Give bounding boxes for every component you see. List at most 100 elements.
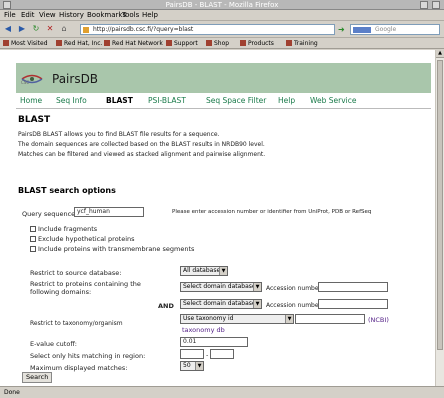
menu-view[interactable]: View (39, 11, 56, 19)
nav-home[interactable]: Home (20, 96, 42, 105)
nav-psi-blast[interactable]: PSI-BLAST (148, 96, 186, 105)
bookmarks-toolbar: Most Visited Red Hat, Inc. Red Hat Netwo… (0, 38, 444, 49)
menu-bookmarks[interactable]: Bookmarks (87, 11, 126, 19)
logo-caption: CSC (21, 80, 30, 85)
menu-edit[interactable]: Edit (21, 11, 35, 19)
menu-history[interactable]: History (59, 11, 84, 19)
nav-seq-info[interactable]: Seq Info (56, 96, 87, 105)
reload-icon[interactable]: ↻ (31, 24, 41, 34)
taxonomy-select[interactable]: Use taxonomy id ▼ (180, 314, 294, 324)
section-title: BLAST search options (18, 186, 116, 195)
page-viewport: PairsDB CSC Home Seq Info BLAST PSI-BLAS… (0, 50, 435, 386)
bookmark-support[interactable]: Support (174, 40, 198, 47)
restrict-domain-label: Restrict to proteins containing the foll… (30, 280, 141, 296)
include-fragments-label: Include fragments (38, 225, 98, 233)
region-start-input[interactable] (180, 349, 204, 359)
nav-help[interactable]: Help (278, 96, 295, 105)
minimize-icon[interactable] (420, 1, 428, 9)
go-icon[interactable]: ➜ (338, 24, 348, 35)
bookmark-icon (3, 40, 9, 46)
accession-label-2: Accession number (266, 302, 322, 309)
accession-input-1[interactable] (318, 282, 388, 292)
pairsdb-logo-icon (21, 74, 43, 84)
bookmark-icon (56, 40, 62, 46)
stop-icon[interactable]: ✕ (45, 24, 55, 34)
bookmark-icon (286, 40, 292, 46)
domain-database-select-2[interactable]: Select domain database ▼ (180, 299, 262, 309)
window-title: PairsDB - BLAST - Mozilla Firefox (165, 1, 279, 9)
status-text: Done (4, 389, 20, 396)
accession-label-1: Accession number (266, 285, 322, 292)
include-fragments-checkbox[interactable] (30, 226, 36, 232)
taxonomy-db-link[interactable]: taxonomy db (182, 326, 225, 334)
evalue-label: E-value cutoff: (30, 340, 77, 348)
page-title: BLAST (18, 115, 51, 125)
region-end-input[interactable] (210, 349, 234, 359)
bookmark-most-visited[interactable]: Most Visited (11, 40, 48, 47)
dropdown-arrow-icon: ▼ (253, 300, 261, 308)
site-favicon-icon (83, 27, 89, 33)
search-engine-icon (353, 27, 371, 33)
max-hits-value: 50 (183, 362, 191, 369)
forward-icon[interactable]: ▶ (17, 24, 27, 34)
menu-bar: File Edit View History Bookmarks Tools H… (0, 10, 444, 21)
status-bar: Done (0, 386, 444, 398)
site-nav: Home Seq Info BLAST PSI-BLAST Seq Space … (16, 94, 431, 109)
max-hits-select[interactable]: 50 ▼ (180, 361, 204, 371)
scroll-up-icon[interactable]: ▲ (436, 50, 444, 58)
region-label: Select only hits matching in region: (30, 352, 146, 360)
close-icon[interactable] (432, 1, 440, 9)
dropdown-arrow-icon: ▼ (253, 283, 261, 291)
taxonomy-input[interactable] (295, 314, 365, 324)
dropdown-arrow-icon: ▼ (285, 315, 293, 323)
nav-blast[interactable]: BLAST (106, 96, 133, 105)
menu-file[interactable]: File (4, 11, 16, 19)
intro-text: PairsDB BLAST allows you to find BLAST f… (18, 130, 428, 160)
bookmark-red-hat[interactable]: Red Hat, Inc. (64, 40, 102, 47)
menu-help[interactable]: Help (142, 11, 158, 19)
query-label: Query sequence (22, 210, 76, 218)
and-label: AND (158, 302, 174, 310)
source-database-select[interactable]: All databases ▼ (180, 266, 228, 276)
search-button[interactable]: Search (22, 372, 53, 383)
menu-tools[interactable]: Tools (122, 11, 139, 19)
bookmark-training[interactable]: Training (294, 40, 318, 47)
include-transmembrane-label: Include proteins with transmembrane segm… (38, 245, 195, 253)
intro-line: The domain sequences are collected based… (18, 141, 265, 148)
dropdown-arrow-icon: ▼ (219, 267, 227, 275)
url-bar[interactable]: http://pairsdb.csc.fi/?query=blast (80, 24, 335, 35)
dropdown-arrow-icon: ▼ (195, 362, 203, 370)
intro-line: PairsDB BLAST allows you to find BLAST f… (18, 131, 220, 138)
home-icon[interactable]: ⌂ (59, 24, 69, 34)
domain-database-select-1[interactable]: Select domain database ▼ (180, 282, 262, 292)
bookmark-icon (240, 40, 246, 46)
exclude-hypothetical-checkbox[interactable] (30, 236, 36, 242)
bookmark-red-hat-network[interactable]: Red Hat Network (112, 40, 163, 47)
evalue-input[interactable]: 0.01 (180, 337, 248, 347)
domain-database-value: Select domain database (183, 283, 256, 290)
region-separator: - (206, 351, 209, 359)
vertical-scrollbar[interactable]: ▲ (435, 50, 444, 386)
bookmark-icon (166, 40, 172, 46)
back-icon[interactable]: ◀ (3, 24, 13, 34)
bookmark-shop[interactable]: Shop (214, 40, 229, 47)
restrict-source-label: Restrict to source database: (30, 269, 122, 277)
intro-line: Matches can be filtered and viewed as st… (18, 151, 266, 158)
nav-seq-space-filter[interactable]: Seq Space Filter (206, 96, 266, 105)
site-title: PairsDB (52, 72, 99, 86)
accession-input-2[interactable] (318, 299, 388, 309)
bookmark-icon (104, 40, 110, 46)
search-box[interactable]: Google (350, 24, 440, 35)
nav-web-service[interactable]: Web Service (310, 96, 356, 105)
bookmark-products[interactable]: Products (248, 40, 274, 47)
query-input[interactable]: ycf_human (74, 207, 144, 217)
taxonomy-select-value: Use taxonomy id (183, 315, 234, 322)
window-titlebar: PairsDB - BLAST - Mozilla Firefox (0, 0, 444, 10)
include-transmembrane-checkbox[interactable] (30, 246, 36, 252)
source-database-value: All databases (183, 267, 224, 274)
scroll-thumb[interactable] (437, 60, 443, 350)
navigation-toolbar: ◀ ▶ ↻ ✕ ⌂ http://pairsdb.csc.fi/?query=b… (0, 21, 444, 38)
exclude-hypothetical-label: Exclude hypothetical proteins (38, 235, 135, 243)
bookmark-icon (206, 40, 212, 46)
ncbi-link[interactable]: (NCBI) (368, 316, 389, 324)
